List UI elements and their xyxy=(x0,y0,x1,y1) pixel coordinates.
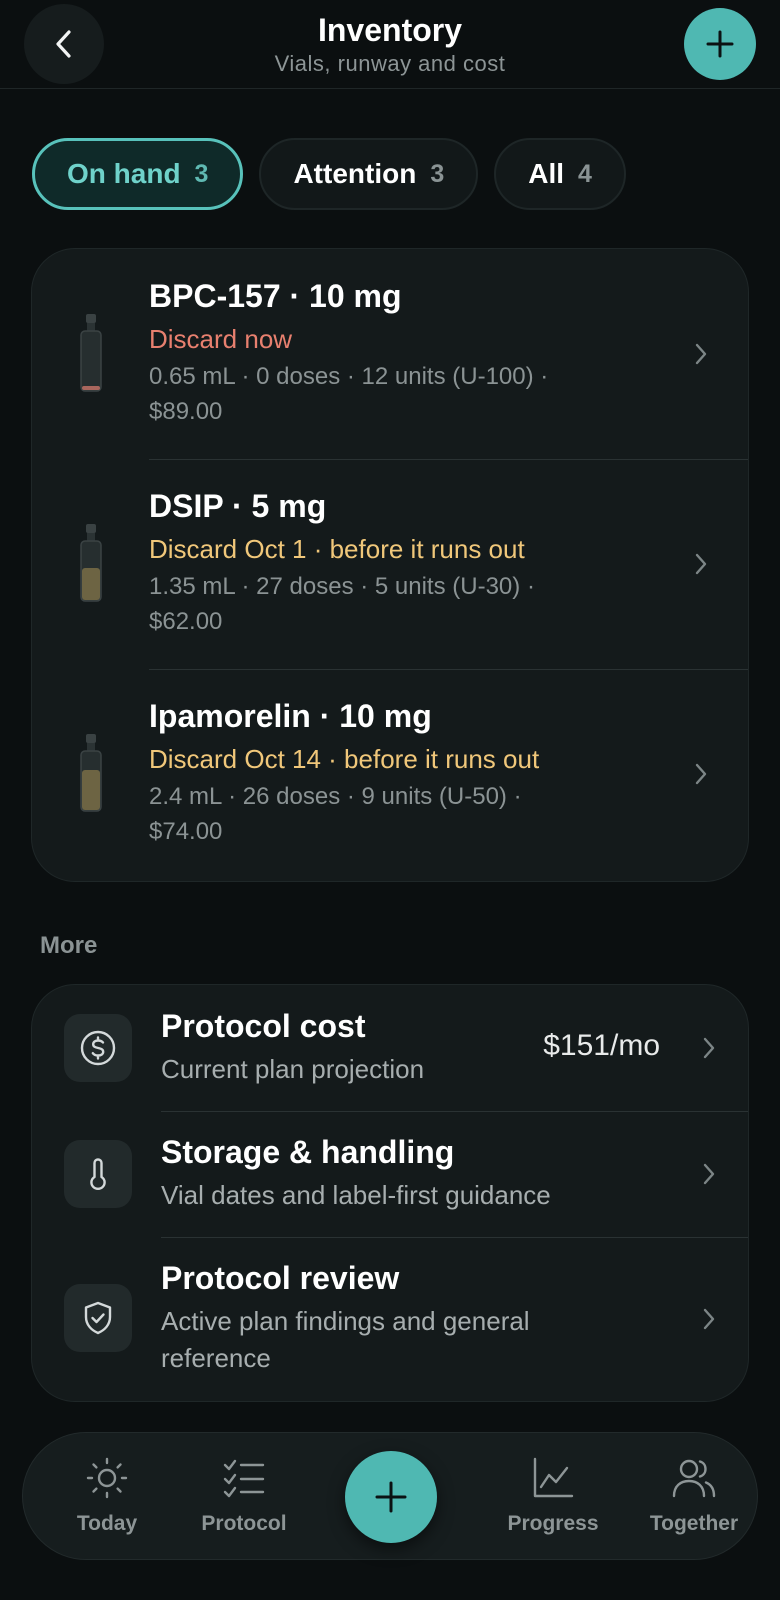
vial-detail: 2.4 mL · 26 doses · 9 units (U-50) · xyxy=(149,783,522,810)
nav-protocol[interactable]: Protocol xyxy=(174,1455,314,1536)
nav-label: Together xyxy=(649,1512,739,1535)
more-title: Protocol cost xyxy=(161,1008,366,1044)
plus-icon xyxy=(706,30,734,58)
more-card: Protocol cost Current plan projection $1… xyxy=(31,984,749,1402)
vial-list-card: BPC-157 · 10 mg Discard now 0.65 mL · 0 … xyxy=(31,248,749,882)
more-subtitle: Current plan projection xyxy=(161,1054,425,1084)
icon-tile xyxy=(64,1014,132,1082)
chevron-right-icon xyxy=(695,553,707,575)
add-vial-button[interactable] xyxy=(684,8,756,80)
icon-tile xyxy=(64,1284,132,1352)
more-text: Protocol review Active plan findings and… xyxy=(161,1257,530,1377)
chevron-right-icon xyxy=(703,1037,715,1059)
section-label-more: More xyxy=(40,932,98,959)
vial-cost: $62.00 xyxy=(149,608,223,635)
plus-icon xyxy=(375,1481,407,1513)
chevron-right-icon xyxy=(695,343,707,365)
shield-check-icon xyxy=(84,1301,112,1335)
line-chart-icon xyxy=(533,1457,574,1498)
filter-count: 3 xyxy=(430,159,445,188)
filter-attention[interactable]: Attention 3 xyxy=(259,138,479,210)
vial-row-ipamorelin[interactable]: Ipamorelin · 10 mg Discard Oct 14 · befo… xyxy=(32,669,748,879)
title-group: Inventory Vials, runway and cost xyxy=(0,10,780,78)
sun-icon xyxy=(86,1457,128,1499)
filter-label: On hand xyxy=(67,158,181,189)
vial-row-dsip[interactable]: DSIP · 5 mg Discard Oct 1 · before it ru… xyxy=(32,459,748,669)
nav-progress[interactable]: Progress xyxy=(483,1455,623,1536)
filter-chips: On hand 3 Attention 3 All 4 xyxy=(32,138,626,210)
protocol-cost-row[interactable]: Protocol cost Current plan projection $1… xyxy=(32,985,748,1111)
more-subtitle: Active plan findings and general xyxy=(161,1306,530,1336)
vial-text: BPC-157 · 10 mg Discard now 0.65 mL · 0 … xyxy=(149,275,629,429)
vial-icon xyxy=(80,734,102,812)
vial-detail: 0.65 mL · 0 doses · 12 units (U-100) · xyxy=(149,363,549,390)
vial-status: Discard Oct 14 · before it runs out xyxy=(149,744,540,774)
users-icon xyxy=(672,1459,716,1498)
more-text: Storage & handling Vial dates and label-… xyxy=(161,1131,551,1214)
more-title: Storage & handling xyxy=(161,1134,455,1170)
page-subtitle: Vials, runway and cost xyxy=(274,51,506,76)
vial-icon xyxy=(80,524,102,602)
vial-status: Discard Oct 1 · before it runs out xyxy=(149,534,525,564)
nav-today[interactable]: Today xyxy=(37,1455,177,1536)
icon-tile xyxy=(64,1140,132,1208)
more-subtitle: Vial dates and label-first guidance xyxy=(161,1180,551,1210)
vial-row-bpc-157[interactable]: BPC-157 · 10 mg Discard now 0.65 mL · 0 … xyxy=(32,249,748,459)
chevron-right-icon xyxy=(695,763,707,785)
storage-handling-row[interactable]: Storage & handling Vial dates and label-… xyxy=(32,1111,748,1237)
chevron-right-icon xyxy=(703,1163,715,1185)
nav-label: Protocol xyxy=(201,1512,287,1535)
vial-text: DSIP · 5 mg Discard Oct 1 · before it ru… xyxy=(149,485,629,639)
vial-cost: $89.00 xyxy=(149,398,223,425)
filter-label: All xyxy=(528,158,564,189)
nav-add-button[interactable] xyxy=(345,1451,437,1543)
vial-icon xyxy=(80,314,102,392)
protocol-cost-value: $151/mo xyxy=(543,1029,660,1062)
filter-on-hand[interactable]: On hand 3 xyxy=(32,138,244,210)
more-title: Protocol review xyxy=(161,1260,400,1296)
thermometer-icon xyxy=(90,1158,106,1190)
more-text: Protocol cost Current plan projection xyxy=(161,1005,424,1088)
filter-count: 4 xyxy=(578,159,592,188)
header: Inventory Vials, runway and cost xyxy=(0,0,780,89)
vial-name: BPC-157 · 10 mg xyxy=(149,278,402,314)
vial-name: DSIP · 5 mg xyxy=(149,488,327,524)
checklist-icon xyxy=(223,1459,265,1498)
protocol-review-row[interactable]: Protocol review Active plan findings and… xyxy=(32,1237,748,1401)
nav-label: Today xyxy=(76,1512,138,1535)
nav-together[interactable]: Together xyxy=(624,1455,764,1536)
filter-label: Attention xyxy=(293,158,417,189)
more-subtitle-cont: reference xyxy=(161,1343,271,1373)
nav-label: Progress xyxy=(507,1512,599,1535)
bottom-nav: Today Protocol Progress Together xyxy=(22,1432,758,1560)
filter-all[interactable]: All 4 xyxy=(494,138,626,210)
chevron-right-icon xyxy=(703,1308,715,1330)
page-title: Inventory xyxy=(317,12,463,48)
vial-cost: $74.00 xyxy=(149,818,223,845)
filter-count: 3 xyxy=(194,159,209,188)
vial-status: Discard now xyxy=(149,324,293,354)
vial-detail: 1.35 mL · 27 doses · 5 units (U-30) · xyxy=(149,573,535,600)
vial-text: Ipamorelin · 10 mg Discard Oct 14 · befo… xyxy=(149,695,629,849)
vial-name: Ipamorelin · 10 mg xyxy=(149,698,432,734)
dollar-circle-icon xyxy=(80,1030,116,1066)
